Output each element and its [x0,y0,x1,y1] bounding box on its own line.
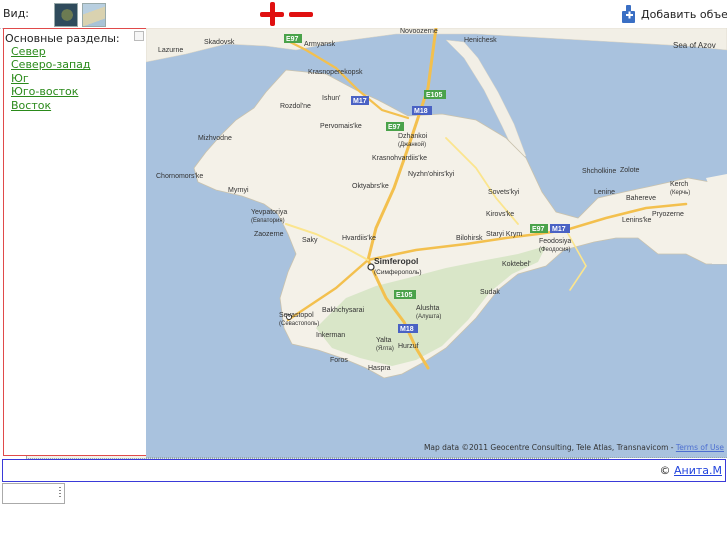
label-shcholkine: Shcholkine [582,168,616,175]
region-link-south[interactable]: Юг [11,72,29,85]
sidebar-title: Основные разделы: [5,32,120,45]
list-item: Восток [11,99,91,112]
crimea-map[interactable]: E97 M17 E105 M18 E97 E97 M17 E105 M18 Se… [146,28,727,457]
label-yalta-ru: (Ялта) [376,346,394,352]
label-pervomaiske: Pervomais'ke [320,123,362,130]
list-item: Юго-восток [11,85,91,98]
author-link[interactable]: Анита.М [674,464,722,477]
label-koktebel: Koktebel' [502,261,531,268]
hybrid-view-thumbnail[interactable] [82,3,106,27]
label-krasnoperekopsk: Krasnoperekopsk [308,69,363,76]
label-yalta: Yalta [376,337,392,344]
view-label: Вид: [3,7,30,20]
label-inkerman: Inkerman [316,332,345,339]
label-saky: Saky [302,237,318,244]
label-lazurne: Lazurne [158,47,183,54]
label-bakhchysarai: Bakhchysarai [322,307,364,314]
label-hvardiiske: Hvardiis'ke [342,235,376,242]
shield-label: E105 [396,292,412,299]
label-sovietskyi: Sovets'kyi [488,189,520,196]
label-bilohirsk: Bilohirsk [456,235,483,242]
label-alushta-ru: (Алушта) [416,314,441,320]
label-henichesk: Henichesk [464,37,497,44]
label-bahereve: Bahereve [626,195,656,202]
region-link-northwest[interactable]: Северо-запад [11,58,91,71]
region-link-north[interactable]: Север [11,45,46,58]
label-myrnyi: Myrnyi [228,187,249,194]
label-feodosiya-ru: (Феодосия) [539,247,571,253]
region-link-southeast[interactable]: Юго-восток [11,85,78,98]
thumbs-up-plus-icon [622,5,635,23]
label-chornomorske: Chornomors'ke [156,173,203,180]
label-simferopol-ru: (Симферополь) [374,269,422,276]
label-dzhankoi: Dzhankoi [398,133,428,140]
label-armyansk: Armyansk [304,41,336,48]
label-zolote: Zolote [620,167,640,174]
satellite-view-thumbnail[interactable] [54,3,78,27]
label-oktiabrske: Oktyabrs'ke [352,183,389,190]
label-alushta: Alushta [416,305,439,312]
list-item: Север [11,45,91,58]
label-nyzhnohirskyi: Nyzhn'ohirs'kyi [408,171,455,178]
map-canvas[interactable]: E97 M17 E105 M18 E97 E97 M17 E105 M18 Se… [146,28,727,458]
footer-bar: © Анита.М [2,459,726,482]
label-yevpatoriya: Yevpatoriya [251,209,287,216]
label-simferopol: Simferopol [374,256,418,266]
region-list: Север Северо-запад Юг Юго-восток Восток [11,45,91,112]
label-dzhankoi-ru: (Джанкой) [398,141,426,148]
label-zaozerne: Zaozerne [254,231,284,238]
label-pryozerne: Pryozerne [652,211,684,218]
terms-of-use-link[interactable]: Terms of Use [676,443,724,452]
map-attribution-text: Map data ©2011 Geocentre Consulting, Tel… [423,443,676,452]
label-rozdolne: Rozdol'ne [280,103,311,110]
footer-credit: © Анита.М [659,464,722,477]
label-foros: Foros [330,357,348,364]
shield-label: M17 [552,226,566,233]
zoom-in-plus-icon[interactable] [260,2,284,26]
crimea-peninsula [193,69,727,379]
region-link-east[interactable]: Восток [11,99,51,112]
shield-label: E97 [532,226,545,233]
shield-label: E105 [426,92,442,99]
label-krasnohvardiiske: Krasnohvardiis'ke [372,155,427,162]
label-lenine: Lenine [594,189,615,196]
resize-box[interactable] [2,483,65,504]
label-mizhvodne: Mizhvodne [198,135,232,142]
label-haspra: Haspra [368,365,391,372]
label-feodosiya: Feodosiya [539,238,571,245]
resize-grip-icon[interactable] [59,487,61,499]
label-skadovsk: Skadovsk [204,39,235,46]
shield-label: E97 [388,124,401,131]
label-leninske: Lenins'ke [622,217,651,224]
label-sevastopol-ru: (Севастополь) [279,321,319,327]
sidebar-collapse-box[interactable] [134,31,144,41]
add-object-button[interactable]: Добавить объект [621,4,727,26]
label-sudak: Sudak [480,289,500,296]
shield-label: M18 [414,108,428,115]
label-sea-of-azov: Sea of Azov [673,41,716,50]
map-attribution: Map data ©2011 Geocentre Consulting, Tel… [424,443,724,452]
label-ishun: Ishun' [322,95,340,102]
label-kirovske: Kirovs'ke [486,211,514,218]
label-kerch: Kerch [670,181,688,188]
sections-sidebar: Основные разделы: Север Северо-запад Юг … [3,28,147,456]
list-item: Северо-запад [11,58,91,71]
copyright-sign: © [659,464,674,477]
label-yevpatoriya-ru: (Евпатория) [251,218,285,224]
add-object-label: Добавить объект [641,8,727,21]
label-kerch-ru: (Керчь) [670,190,690,196]
label-novoozerne: Novoozerne [400,28,438,35]
shield-label: E97 [286,36,299,43]
zoom-out-minus-icon[interactable] [289,2,313,26]
toolbar: Вид: Добавить объект [0,0,727,459]
label-sevastopol: Sevastopol [279,312,314,319]
label-staryi-krym: Staryi Krym [486,231,522,238]
list-item: Юг [11,72,91,85]
shield-label: M17 [353,98,367,105]
shield-label: M18 [400,326,414,333]
label-hurzuf: Hurzuf [398,343,419,350]
